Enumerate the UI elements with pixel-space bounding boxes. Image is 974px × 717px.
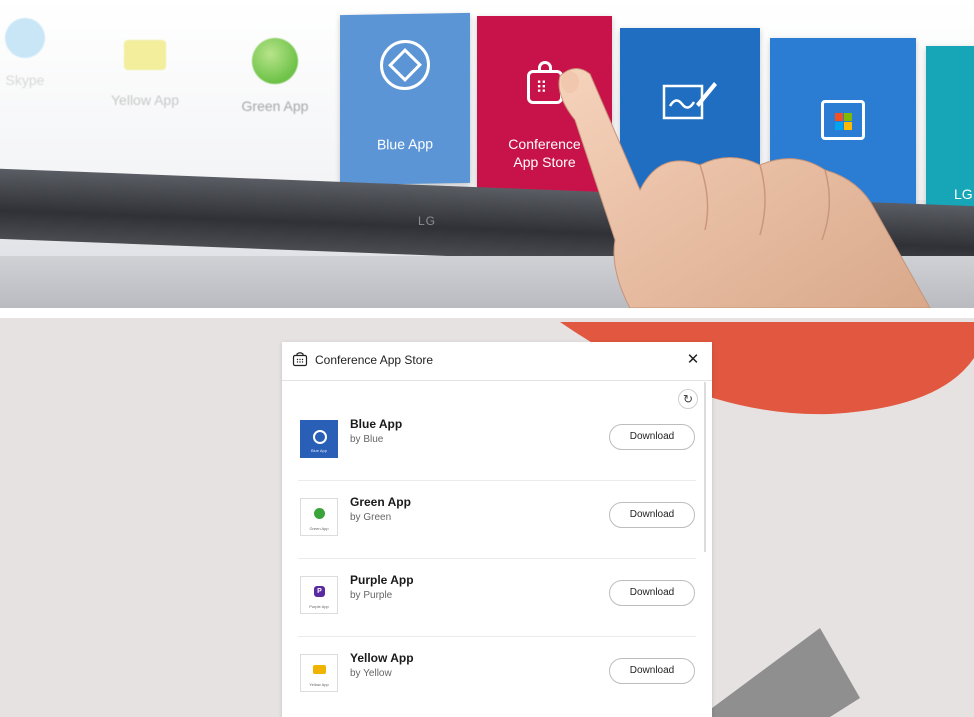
aperture-icon — [380, 39, 430, 91]
tile-blue-app[interactable]: Blue App — [340, 12, 470, 186]
purple-app-thumb-label: Purple App — [309, 604, 329, 609]
yellow-app-thumb-label: Yellow App — [309, 682, 329, 687]
scrollbar[interactable] — [704, 382, 706, 552]
shopping-bag-icon — [526, 61, 563, 104]
dialog-title: Conference App Store — [315, 353, 434, 367]
list-item-green-app: Green App Green App by Green Download — [298, 482, 696, 559]
app-skype-label: Skype — [5, 72, 45, 88]
app-yellow[interactable]: Yellow App — [105, 40, 185, 108]
aperture-icon — [313, 430, 327, 444]
tile-whiteboard-label: Whiteb — [660, 163, 704, 179]
app-skype[interactable]: Skype — [0, 18, 50, 88]
store-quad-green — [844, 113, 852, 121]
download-button[interactable]: Download — [609, 424, 695, 450]
green-sphere-icon — [252, 38, 298, 84]
skype-icon — [5, 18, 45, 58]
tile-whiteboard[interactable]: Whiteb — [620, 28, 760, 206]
tile-microsoft-store[interactable] — [770, 38, 916, 224]
app-publisher: by Blue — [350, 434, 384, 445]
conference-app-store-dialog: Conference App Store ✕ ↻ Blue App Blue A… — [282, 342, 712, 717]
bezel-logo: LG — [418, 214, 437, 228]
list-item-purple-app: P Purple App Purple App by Purple Downlo… — [298, 560, 696, 637]
app-name: Purple App — [350, 573, 414, 587]
photo-panel: Skype Yellow App Green App Blue App Conf… — [0, 0, 974, 308]
tile-conference-app-store[interactable]: Conference App Store — [477, 16, 612, 196]
tile-conference-label: Conference App Store — [477, 136, 612, 171]
blue-app-thumbnail: Blue App — [300, 420, 338, 458]
app-publisher: by Purple — [350, 590, 393, 601]
app-publisher: by Yellow — [350, 668, 392, 679]
purple-p-icon: P — [314, 586, 325, 597]
tile-conference-label-line1: Conference — [508, 136, 581, 152]
dialog-header: Conference App Store ✕ — [282, 342, 712, 381]
blue-app-thumb-label: Blue App — [310, 448, 327, 453]
download-button[interactable]: Download — [609, 502, 695, 528]
store-quad-red — [835, 113, 843, 121]
pen-icon — [662, 82, 717, 120]
green-app-thumb-label: Green App — [309, 526, 329, 531]
yellow-camera-icon — [124, 40, 166, 70]
gray-stripe-decoration — [700, 628, 860, 717]
tile-blue-app-label: Blue App — [376, 135, 434, 153]
dialog-panel: Conference App Store ✕ ↻ Blue App Blue A… — [0, 318, 974, 717]
list-item-yellow-app: Yellow App Yellow App by Yellow Download — [298, 638, 696, 714]
tile-conference-label-line2: App Store — [513, 153, 576, 170]
microsoft-store-icon — [821, 100, 865, 140]
purple-app-thumbnail: P Purple App — [300, 576, 338, 614]
app-green-label: Green App — [241, 98, 309, 114]
yellow-camera-icon — [313, 665, 326, 674]
app-yellow-label: Yellow App — [111, 92, 179, 108]
green-app-thumbnail: Green App — [300, 498, 338, 536]
close-button[interactable]: ✕ — [684, 351, 702, 369]
green-sphere-icon — [314, 508, 325, 519]
yellow-app-thumbnail: Yellow App — [300, 654, 338, 692]
list-item-blue-app: Blue App Blue App by Blue Download — [298, 404, 696, 481]
store-quad-blue — [835, 122, 843, 130]
shopping-bag-icon — [292, 352, 308, 367]
app-name: Blue App — [350, 417, 403, 431]
wall-background — [0, 256, 974, 308]
download-button[interactable]: Download — [609, 580, 695, 606]
tile-lg-label: LG — [954, 186, 973, 202]
app-publisher: by Green — [350, 512, 392, 523]
download-button[interactable]: Download — [609, 658, 695, 684]
app-name: Green App — [350, 495, 411, 509]
app-green[interactable]: Green App — [230, 38, 320, 114]
app-name: Yellow App — [350, 651, 414, 665]
store-quad-yellow — [844, 122, 852, 130]
